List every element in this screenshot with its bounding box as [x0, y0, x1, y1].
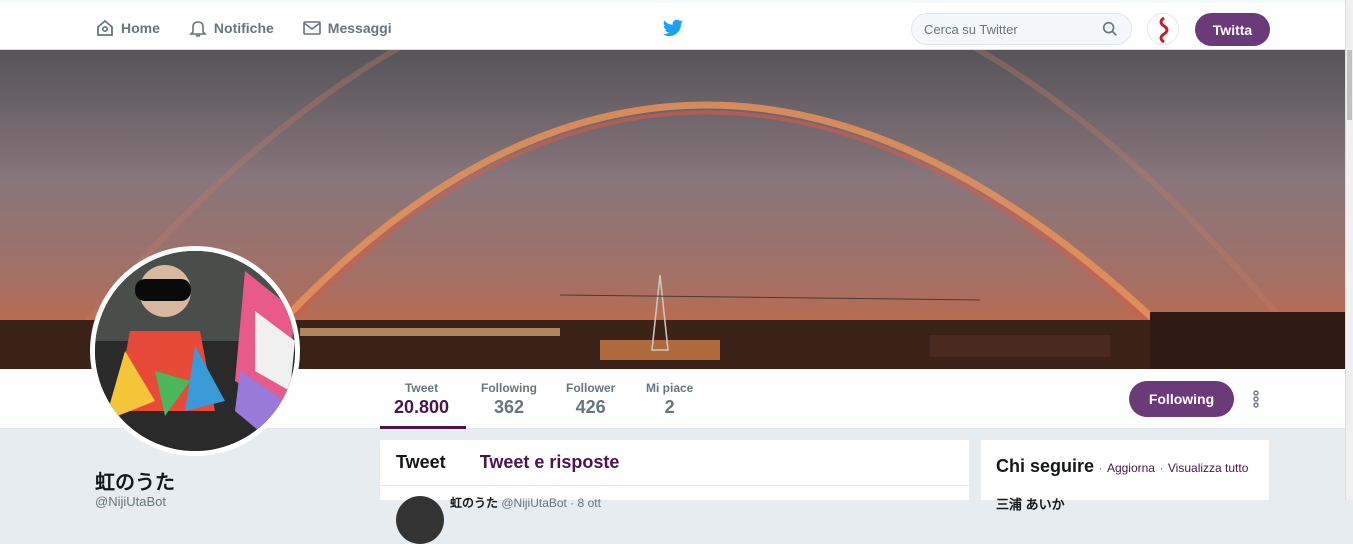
profile-display-name: 虹のうた — [95, 472, 175, 494]
timeline-panel: Tweet Tweet e risposte 虹のうた @NijiUtaBot … — [380, 440, 969, 544]
profile-avatar[interactable] — [90, 246, 300, 456]
nav-home[interactable]: Home — [95, 18, 160, 38]
active-stat-underline — [380, 426, 466, 429]
stat-followers-value: 426 — [575, 397, 606, 417]
timeline-tabs: Tweet Tweet e risposte — [380, 440, 969, 486]
top-navigation-bar: Home Notifiche Messaggi Twitta — [0, 0, 1353, 50]
who-to-follow-title: Chi seguire — [996, 456, 1095, 476]
separator-dot: · — [1159, 461, 1164, 475]
stat-likes-label: Mi piace — [646, 381, 694, 395]
stat-followers-label: Follower — [566, 381, 616, 395]
refresh-link[interactable]: Aggiorna — [1107, 461, 1155, 475]
stat-tweets[interactable]: Tweet 20.800 — [394, 381, 449, 418]
nav-messages[interactable]: Messaggi — [302, 18, 392, 38]
tab-tweets[interactable]: Tweet — [396, 452, 446, 473]
nav-notifications[interactable]: Notifiche — [188, 18, 274, 38]
stat-following[interactable]: Following 362 — [481, 381, 537, 418]
page-scrollbar-thumb[interactable] — [1347, 50, 1352, 120]
tweet-author-avatar[interactable] — [396, 496, 444, 544]
stat-following-label: Following — [481, 381, 537, 395]
profile-handle[interactable]: @NijiUtaBot — [95, 494, 166, 509]
search-input[interactable] — [924, 21, 1101, 37]
stat-likes-value: 2 — [664, 397, 675, 417]
profile-avatar-image — [95, 251, 295, 451]
account-avatar-image — [1159, 16, 1169, 44]
search-icon[interactable] — [1101, 20, 1119, 38]
main-nav: Home Notifiche Messaggi — [95, 3, 392, 53]
bell-icon — [188, 21, 207, 37]
view-all-link[interactable]: Visualizza tutto — [1168, 461, 1249, 475]
stat-tweets-label: Tweet — [404, 381, 439, 395]
who-to-follow-panel: Chi seguire · Aggiorna · Visualizza tutt… — [981, 440, 1269, 512]
twitter-bird-icon[interactable] — [662, 17, 684, 39]
search-box[interactable] — [911, 13, 1132, 45]
envelope-icon — [302, 21, 321, 35]
tab-tweets-and-replies[interactable]: Tweet e risposte — [480, 452, 620, 473]
suggested-account-name[interactable]: 三浦 あいか — [996, 494, 1065, 513]
following-button[interactable]: Following — [1129, 381, 1234, 417]
more-options-icon[interactable] — [1248, 388, 1264, 410]
tweet-button[interactable]: Twitta — [1195, 13, 1270, 46]
stat-following-value: 362 — [493, 397, 525, 417]
tweet-item[interactable]: 虹のうた @NijiUtaBot · 8 ott — [380, 486, 969, 544]
home-icon — [97, 19, 113, 36]
tweet-author-name[interactable]: 虹のうた — [450, 496, 498, 510]
stat-tweets-value: 20.800 — [394, 397, 450, 417]
separator-dot: · — [1098, 461, 1103, 475]
nav-home-label: Home — [121, 20, 160, 36]
stat-followers[interactable]: Follower 426 — [566, 381, 615, 418]
account-avatar[interactable] — [1147, 13, 1179, 45]
tweet-author-line: 虹のうた @NijiUtaBot · 8 ott — [450, 494, 601, 511]
nav-notifications-label: Notifiche — [213, 20, 274, 36]
stat-likes[interactable]: Mi piace 2 — [646, 381, 693, 418]
tweet-author-meta: @NijiUtaBot · 8 ott — [501, 496, 601, 510]
nav-messages-label: Messaggi — [327, 20, 392, 36]
